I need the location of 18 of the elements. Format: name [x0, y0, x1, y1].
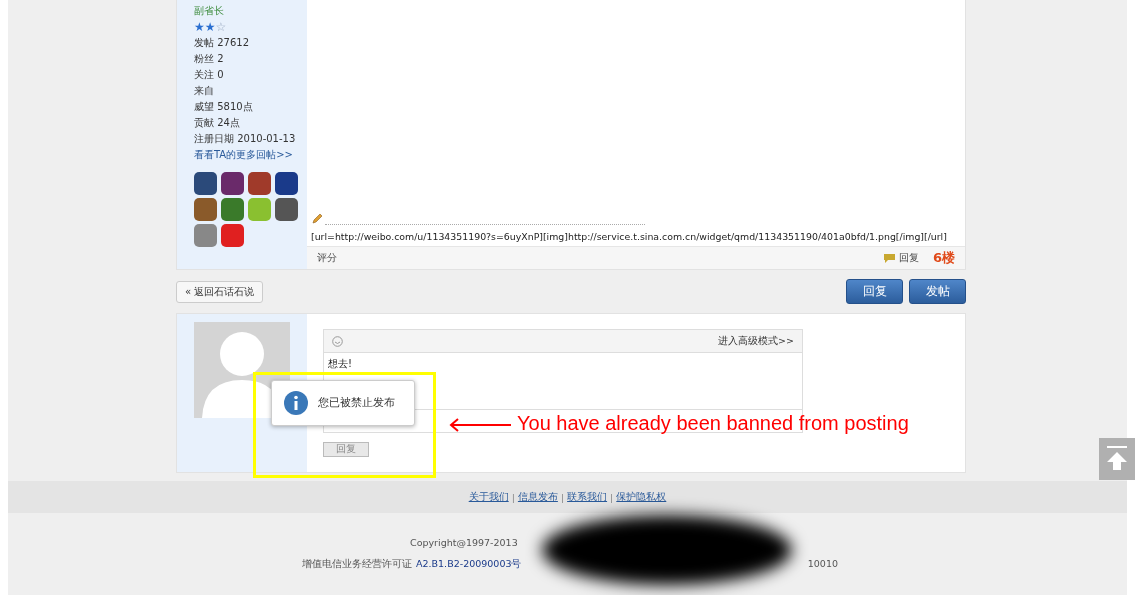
user-stat: 贡献 24点	[194, 116, 241, 130]
floor-number: 6楼	[932, 249, 955, 267]
user-stat: 来自	[194, 84, 215, 98]
license-label: 增值电信业务经营许可证	[302, 558, 412, 571]
separator: |	[560, 491, 565, 503]
separator: |	[511, 491, 515, 503]
user-stat: 注册日期 2010-01-13	[194, 132, 297, 146]
annotation-text: You have already been banned from posting	[517, 412, 909, 435]
separator: |	[610, 491, 614, 503]
star-rating: ★★☆	[194, 20, 228, 34]
hotline-number: 10010	[807, 558, 838, 571]
user-rank: 副省长	[194, 4, 225, 18]
user-stat: 关注 0	[194, 68, 225, 82]
copyright-text: Copyright@1997-2013	[410, 537, 518, 548]
signature-text: [url=http://weibo.com/u/1134351190?s=6uyXnP][img]http://service.t.sina.com.cn/widget/qmd/1134351190/401a0bfd/1.png[/img][/url]	[311, 231, 948, 242]
user-stat: 发帖 27612	[194, 36, 250, 50]
user-stat: 威望 5810点	[194, 100, 254, 114]
user-stat: 粉丝 2	[194, 52, 225, 66]
